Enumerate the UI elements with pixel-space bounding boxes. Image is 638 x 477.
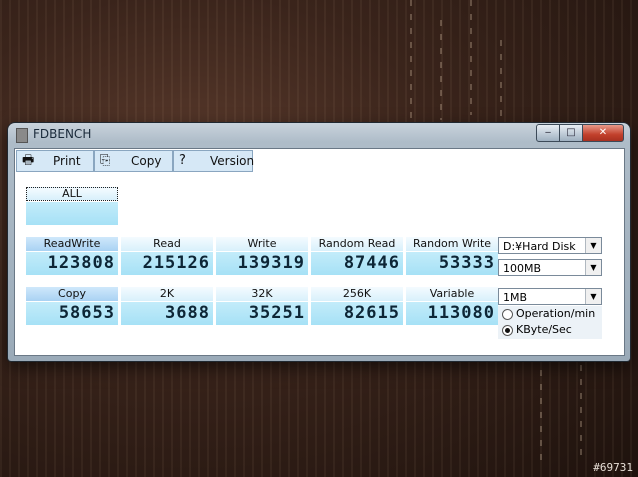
random-read-label: Random Read [311,237,403,251]
write-test-button[interactable]: Write 139319 [216,237,308,275]
2k-label: 2K [121,287,213,301]
2k-value: 3688 [121,302,213,325]
test-size-select[interactable]: 100MB ▼ [498,259,602,276]
printer-icon: 🖶 [22,153,35,168]
unit-option-kbyte-sec[interactable]: KByte/Sec [498,322,602,338]
close-button[interactable]: ✕ [582,124,624,142]
random-write-value: 53333 [406,252,498,275]
window-title: FDBENCH [33,127,92,141]
radio-on-icon [502,325,513,336]
32k-label: 32K [216,287,308,301]
minimize-button[interactable]: ‒ [536,124,560,142]
wallpaper-glyph-column [580,365,582,455]
random-write-label: Random Write [406,237,498,251]
wallpaper-glyph-column [440,20,442,120]
variable-value: 113080 [406,302,498,325]
copy-button[interactable]: ⎘ Copy [94,150,173,172]
unit-option-operation-min[interactable]: Operation/min [498,306,602,322]
random-write-test-button[interactable]: Random Write 53333 [406,237,498,275]
32k-test-button[interactable]: 32K 35251 [216,287,308,325]
maximize-button[interactable]: □ [559,124,583,142]
wallpaper-glyph-column [410,0,412,120]
copy-icon: ⎘ [100,153,111,168]
print-label: Print [53,154,81,168]
block-size-value: 1MB [503,291,528,304]
read-label: Read [121,237,213,251]
copy-test-button[interactable]: Copy 58653 [26,287,118,325]
copy-test-label: Copy [26,287,118,301]
block-size-select[interactable]: 1MB ▼ [498,288,602,305]
256k-value: 82615 [311,302,403,325]
random-read-test-button[interactable]: Random Read 87446 [311,237,403,275]
version-button[interactable]: ? Version [173,150,255,172]
write-label: Write [216,237,308,251]
drive-select-value: D:¥Hard Disk [503,240,576,253]
readwrite-value: 123808 [26,252,118,275]
read-test-button[interactable]: Read 215126 [121,237,213,275]
variable-test-button[interactable]: Variable 113080 [406,287,498,325]
print-button[interactable]: 🖶 Print [16,150,94,172]
unit-option-label: KByte/Sec [516,323,572,336]
32k-value: 35251 [216,302,308,325]
unit-option-label: Operation/min [516,307,596,320]
watermark: #69731 [593,461,633,474]
256k-test-button[interactable]: 256K 82615 [311,287,403,325]
title-bar[interactable]: FDBENCH ‒ □ ✕ [8,123,630,145]
wallpaper-glyph-column [540,370,542,465]
readwrite-label: ReadWrite [26,237,118,251]
read-value: 215126 [121,252,213,275]
chevron-down-icon: ▼ [585,238,601,253]
readwrite-test-button[interactable]: ReadWrite 123808 [26,237,118,275]
copy-label: Copy [131,154,162,168]
all-test-button[interactable]: ALL [26,187,118,225]
chevron-down-icon: ▼ [585,260,601,275]
256k-label: 256K [311,287,403,301]
2k-test-button[interactable]: 2K 3688 [121,287,213,325]
test-size-value: 100MB [503,262,542,275]
wallpaper-glyph-column [500,40,502,120]
toolbar: 🖶 Print ⎘ Copy ? Version [15,149,624,172]
chevron-down-icon: ▼ [585,289,601,304]
radio-off-icon [502,309,513,320]
version-label: Version [210,154,255,168]
app-icon [16,128,28,143]
all-test-value [26,202,118,225]
random-read-value: 87446 [311,252,403,275]
write-value: 139319 [216,252,308,275]
all-test-label: ALL [26,187,118,201]
copy-test-value: 58653 [26,302,118,325]
drive-select[interactable]: D:¥Hard Disk ▼ [498,237,602,254]
variable-label: Variable [406,287,498,301]
question-icon: ? [179,153,186,168]
wallpaper-glyph-column [470,0,472,115]
